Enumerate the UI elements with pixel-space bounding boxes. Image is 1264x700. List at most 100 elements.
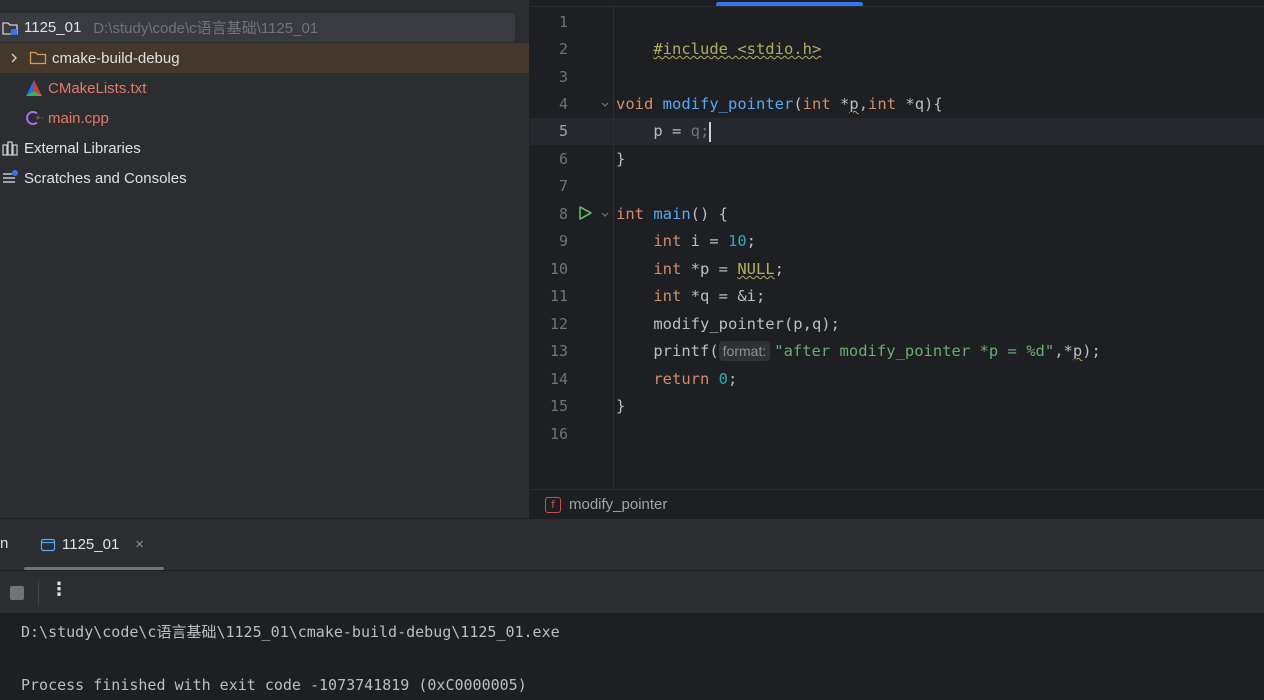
code-text: *p = <box>681 260 738 278</box>
tree-item-label: External Libraries <box>24 139 141 157</box>
text-caret <box>709 121 712 142</box>
code-text: () { <box>690 205 728 223</box>
tree-item-main-cpp[interactable]: ++ main.cpp <box>0 103 529 133</box>
line-number[interactable]: 11 <box>530 283 568 310</box>
active-tab-underline <box>24 567 164 570</box>
run-tool-title: n <box>0 535 9 552</box>
tree-item-scratches-and-consoles[interactable]: Scratches and Consoles <box>0 163 529 193</box>
code-line-9[interactable]: int i = 10; <box>616 228 756 255</box>
line-number[interactable]: 2 <box>530 36 568 63</box>
tree-item-cmakelists[interactable]: CMakeLists.txt <box>0 73 529 103</box>
function-name: modify_pointer <box>662 95 794 113</box>
line-number[interactable]: 9 <box>530 228 568 255</box>
keyword: return <box>653 370 710 388</box>
parameter-hint: format: <box>718 341 771 361</box>
gutter-divider <box>613 7 614 488</box>
line-number[interactable]: 7 <box>530 173 568 200</box>
code-line-12[interactable]: modify_pointer(p,q); <box>616 311 840 338</box>
project-tool-window: 1125_01 D:\study\code\c语言基础\1125_01 cmak… <box>0 0 530 518</box>
console-output[interactable]: D:\study\code\c语言基础\1125_01\cmake-build-… <box>0 613 1264 700</box>
code-line-4[interactable]: void modify_pointer(int *p,int *q){ <box>616 91 943 118</box>
code-text: *q = &i; <box>681 287 766 305</box>
run-tab-1125-01[interactable]: 1125_01 × <box>24 519 164 570</box>
code-line-13[interactable]: printf(format: "after modify_pointer *p =… <box>616 338 1101 365</box>
tree-item-cmake-build-debug[interactable]: cmake-build-debug <box>0 43 529 73</box>
code-line-6[interactable]: } <box>616 146 625 173</box>
svg-text:++: ++ <box>35 114 43 122</box>
console-line: Process finished with exit code -1073741… <box>21 676 527 694</box>
function-badge-icon: f <box>545 496 561 513</box>
keyword: int <box>868 95 897 113</box>
project-root-node[interactable]: 1125_01 D:\study\code\c语言基础\1125_01 <box>0 13 515 42</box>
string-literal: "after modify_pointer *p = %d" <box>774 342 1055 360</box>
run-config-icon <box>40 538 56 551</box>
code-text: ); <box>1082 342 1101 360</box>
tree-item-external-libraries[interactable]: External Libraries <box>0 133 529 163</box>
code-line-5[interactable]: p = q; <box>616 118 712 145</box>
tree-item-label: Scratches and Consoles <box>24 169 187 187</box>
fold-chevron-icon[interactable] <box>600 210 610 220</box>
more-options-button[interactable]: ⋮ <box>50 579 68 600</box>
code-line-8[interactable]: int main() { <box>616 201 728 228</box>
line-number[interactable]: 12 <box>530 311 568 338</box>
stop-button[interactable] <box>10 586 24 600</box>
line-number[interactable]: 3 <box>530 64 568 91</box>
line-number[interactable]: 10 <box>530 256 568 283</box>
project-module-icon <box>0 18 20 38</box>
code-line-11[interactable]: int *q = &i; <box>616 283 765 310</box>
code-text: ; <box>774 260 784 278</box>
console-line: D:\study\code\c语言基础\1125_01\cmake-build-… <box>21 623 560 641</box>
line-number-current[interactable]: 5 <box>530 118 568 145</box>
line-number[interactable]: 16 <box>530 421 568 448</box>
chevron-right-icon[interactable] <box>8 48 20 68</box>
code-text: , <box>858 95 869 113</box>
code-text: ; <box>728 370 738 388</box>
line-number[interactable]: 13 <box>530 338 568 365</box>
external-libraries-icon <box>0 138 20 158</box>
code-text: modify_pointer(p,q); <box>616 315 840 333</box>
keyword: int <box>616 205 644 223</box>
breadcrumb-function[interactable]: modify_pointer <box>569 496 667 513</box>
run-tool-window: n 1125_01 × ⋮ D:\study\code\c语言基础\1125_0… <box>0 519 1264 700</box>
code-line-14[interactable]: return 0; <box>616 366 737 393</box>
number-literal: 10 <box>728 232 747 250</box>
line-number[interactable]: 6 <box>530 146 568 173</box>
line-number[interactable]: 14 <box>530 366 568 393</box>
run-tab-bar: n 1125_01 × <box>0 519 1264 571</box>
project-root-path: D:\study\code\c语言基础\1125_01 <box>93 20 319 37</box>
keyword: int <box>653 287 682 305</box>
param-p: p <box>849 95 859 113</box>
tree-item-label: cmake-build-debug <box>52 49 180 67</box>
keyword: int <box>802 95 831 113</box>
code-text: ,* <box>1054 342 1073 360</box>
run-main-icon[interactable] <box>577 205 593 221</box>
null-macro: NULL <box>737 260 775 278</box>
code-line-1[interactable]: #include <stdio.h> <box>616 9 821 58</box>
fold-chevron-icon[interactable] <box>600 100 610 110</box>
code-line-10[interactable]: int *p = NULL; <box>616 256 784 283</box>
code-editor[interactable]: 1 2 3 4 5 6 7 8 9 10 11 12 13 14 15 16 #… <box>530 0 1264 518</box>
code-text: * <box>830 95 850 113</box>
line-number[interactable]: 15 <box>530 393 568 420</box>
line-number[interactable]: 1 <box>530 9 568 36</box>
run-toolbar: ⋮ <box>0 571 1264 613</box>
code-text: p = <box>616 122 691 140</box>
cmake-file-icon <box>24 78 44 98</box>
line-number[interactable]: 8 <box>530 201 568 228</box>
editor-top-divider <box>530 6 1264 7</box>
toolbar-divider <box>38 581 39 605</box>
editor-breadcrumb[interactable]: f modify_pointer <box>530 489 1264 519</box>
code-text: p <box>1072 342 1083 360</box>
close-icon[interactable]: × <box>135 536 144 553</box>
function-name: main <box>653 205 691 223</box>
run-tab-label: 1125_01 <box>62 536 120 553</box>
line-number[interactable]: 4 <box>530 91 568 118</box>
keyword: void <box>616 95 654 113</box>
code-text: } <box>616 150 626 168</box>
code-line-15[interactable]: } <box>616 393 625 420</box>
cpp-file-icon: ++ <box>24 108 44 128</box>
